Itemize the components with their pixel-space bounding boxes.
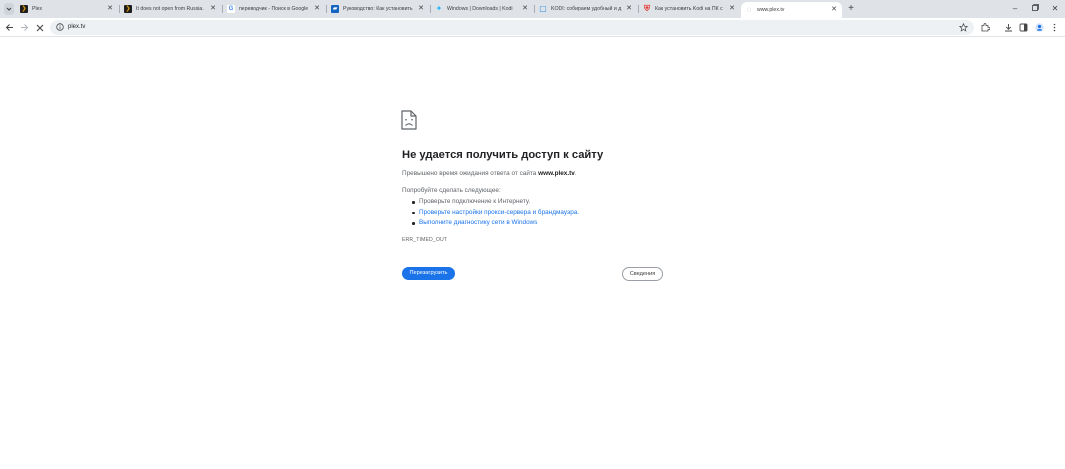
tab-title: Как установить Kodi на ПК с <box>655 6 723 12</box>
google-favicon-icon: G <box>227 5 235 13</box>
tab-kodi-install[interactable]: ⛨ Как установить Kodi на ПК с ✕ <box>639 2 740 16</box>
suggestions-heading: Попробуйте сделать следующее: <box>402 187 501 194</box>
close-tab-icon[interactable]: ✕ <box>106 2 114 16</box>
tab-title: Plex <box>32 6 43 12</box>
tab-search-button[interactable] <box>4 3 14 15</box>
plex-favicon-icon: ❯ <box>20 5 28 13</box>
address-text[interactable]: plex.tv <box>68 20 85 35</box>
tab-title: Windows | Downloads | Kodi <box>447 6 513 12</box>
shield-favicon-icon: ⛨ <box>644 4 650 13</box>
close-tab-icon[interactable]: ✕ <box>209 2 217 16</box>
close-tab-icon[interactable]: ✕ <box>417 2 425 16</box>
error-title: Не удается получить доступ к сайту <box>402 149 604 161</box>
error-description-prefix: Превышено время ожидания ответа от сайта <box>402 170 539 177</box>
tab-plex-active[interactable]: ◌ www.plex.tv ✕ <box>741 2 842 18</box>
menu-button[interactable] <box>1049 22 1060 33</box>
side-panel-icon <box>1019 23 1028 32</box>
stop-loading-button[interactable] <box>34 22 45 33</box>
forward-button[interactable] <box>19 22 30 33</box>
close-tab-icon[interactable]: ✕ <box>625 2 633 16</box>
browser-toolbar: plex.tv <box>0 18 1065 37</box>
chevron-down-icon <box>6 7 12 11</box>
close-tab-icon[interactable]: ✕ <box>521 2 529 16</box>
loading-spinner-icon: ◌ <box>746 5 752 14</box>
tab-google-search[interactable]: G переводчик - Поиск в Google ✕ <box>223 2 325 16</box>
tab-plex[interactable]: ❯ Plex ✕ <box>16 2 118 16</box>
profile-button[interactable] <box>1034 22 1045 33</box>
avatar-icon <box>1035 23 1044 32</box>
address-bar[interactable]: plex.tv <box>50 20 974 35</box>
site-info-icon[interactable] <box>56 23 64 31</box>
extensions-button[interactable] <box>980 22 991 33</box>
puzzle-icon <box>981 23 990 32</box>
error-description: Превышено время ожидания ответа от сайта… <box>402 170 577 177</box>
download-icon <box>1005 24 1012 32</box>
close-tab-icon[interactable]: ✕ <box>830 3 838 17</box>
guide-favicon-icon: ▰ <box>331 5 339 13</box>
back-button[interactable] <box>4 22 15 33</box>
suggestion-check-connection: Проверьте подключение к Интернету. <box>411 197 579 208</box>
tab-title: Руководство: Как установить <box>343 6 413 12</box>
close-tab-icon[interactable]: ✕ <box>728 2 736 16</box>
tab-title: www.plex.tv <box>757 7 785 13</box>
suggestion-check-proxy-link[interactable]: Проверьте настройки прокси-сервера и бра… <box>411 208 579 219</box>
tab-title: It does not open from Russia. <box>136 6 204 12</box>
tab-title: KODI: собираем удобный и д <box>551 6 622 12</box>
error-code: ERR_TIMED_OUT <box>402 237 448 243</box>
new-tab-button[interactable]: + <box>846 3 856 15</box>
arrow-left-icon <box>5 24 13 31</box>
error-host: www.plex.tv <box>538 170 575 177</box>
kebab-menu-icon <box>1053 23 1056 32</box>
suggestions-list: Проверьте подключение к Интернету. Прове… <box>411 197 579 229</box>
tab-kodi-downloads[interactable]: ✦ Windows | Downloads | Kodi ✕ <box>431 2 533 16</box>
close-window-icon[interactable]: ✕ <box>1048 2 1062 16</box>
side-panel-button[interactable] <box>1018 22 1029 33</box>
kodi-article-favicon-icon: ▢ <box>539 4 547 13</box>
details-button[interactable]: Сведения <box>622 267 663 281</box>
downloads-button[interactable] <box>1003 22 1014 33</box>
kodi-favicon-icon: ✦ <box>435 4 443 13</box>
tab-title: переводчик - Поиск в Google <box>239 6 309 12</box>
sad-document-icon <box>401 110 417 130</box>
tab-plex-russia[interactable]: ❯ It does not open from Russia. ✕ <box>120 2 221 16</box>
plex-favicon-icon: ❯ <box>124 5 132 13</box>
close-tab-icon[interactable]: ✕ <box>313 2 321 16</box>
close-icon <box>36 24 43 31</box>
reload-button[interactable]: Перезагрузить <box>402 267 455 280</box>
arrow-right-icon <box>21 24 29 31</box>
minimize-icon[interactable]: – <box>1008 2 1022 16</box>
restore-icon[interactable] <box>1028 2 1042 16</box>
tab-strip: ❯ Plex ✕ ❯ It does not open from Russia.… <box>0 0 1065 18</box>
tab-kodi-article[interactable]: ▢ KODI: собираем удобный и д ✕ <box>535 2 637 16</box>
error-description-suffix: . <box>574 170 577 177</box>
bookmark-star-icon[interactable] <box>959 23 968 32</box>
suggestion-network-diagnostics-link[interactable]: Выполните диагностику сети в Windows <box>411 218 579 229</box>
tab-guide[interactable]: ▰ Руководство: Как установить ✕ <box>327 2 429 16</box>
